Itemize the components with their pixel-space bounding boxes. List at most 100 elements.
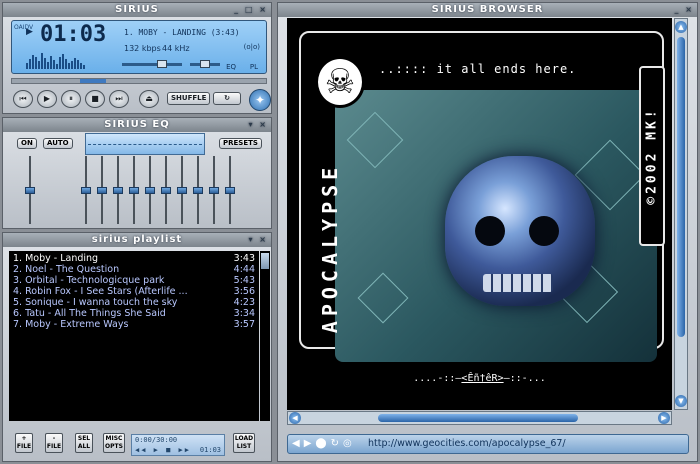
eq-band-slider[interactable] [161,156,171,224]
eq-band-slider[interactable] [145,156,155,224]
stereo-indicator: (o|o) [243,43,260,51]
mini-counter: 01:03 [199,446,221,454]
balance-knob[interactable] [200,60,210,68]
slider-knob[interactable] [129,187,139,194]
eq-auto-button[interactable]: AUTO [43,138,73,149]
playlist-list[interactable]: 1. Moby - Landing 3:43 2. Noel - The Ques… [9,251,259,421]
slider-knob[interactable] [225,187,235,194]
address-bar[interactable]: ◀▶⬤↻◎ http://www.geocities.com/apocalyps… [287,434,689,454]
eq-band-slider[interactable] [81,156,91,224]
elapsed-time[interactable]: 01:03 [40,22,106,47]
sirius-logo-icon[interactable]: ✦ [249,89,271,111]
playlist-item[interactable]: 4. Robin Fox - I See Stars (Afterlife ..… [13,286,255,297]
preamp-slider[interactable] [25,156,35,224]
browser-vertical-scrollbar[interactable]: ▲ ▼ [674,18,688,410]
play-button[interactable]: ▶ [37,90,57,108]
repeat-button[interactable]: ↻ [213,92,241,105]
slider-knob[interactable] [193,187,203,194]
shuffle-button[interactable]: SHUFFLE [167,92,211,105]
art-tile [346,111,404,169]
enter-link[interactable]: <Êñ†êR> [461,373,503,384]
eq-titlebar[interactable]: SIRIUS EQ ▾ × [3,118,271,132]
eq-band-slider[interactable] [97,156,107,224]
spectrum-bar [59,57,61,69]
eq-band-slider[interactable] [209,156,219,224]
eq-presets-button[interactable]: PRESETS [219,138,262,149]
player-titlebar[interactable]: SIRIUS _ □ × [3,3,271,17]
slider-knob[interactable] [113,187,123,194]
eq-band-slider[interactable] [113,156,123,224]
misc-options-button[interactable]: MISC OPTS [103,433,125,453]
eq-band-slider[interactable] [177,156,187,224]
playlist-toggle[interactable]: PL [250,63,258,71]
slider-knob[interactable] [145,187,155,194]
next-button[interactable]: ⏭ [109,90,129,108]
playlist-window-controls[interactable]: ▾ × [248,233,268,247]
volume-slider[interactable] [122,60,182,68]
add-file-button[interactable]: + FILE [15,433,33,453]
pause-button[interactable]: ⏸ [61,90,81,108]
volume-knob[interactable] [157,60,167,68]
mini-controls[interactable]: ◀◀ ▶ ■ ▶▶ [135,446,191,454]
playlist-scrollbar[interactable] [260,251,270,421]
scroll-up-icon[interactable]: ▲ [675,21,687,33]
browser-window-controls[interactable]: _ × [675,3,695,17]
slider-knob[interactable] [161,187,171,194]
select-all-button[interactable]: SEL ALL [75,433,93,453]
url-field[interactable]: http://www.geocities.com/apocalypse_67/ [368,438,566,449]
remove-file-button[interactable]: - FILE [45,433,63,453]
player-title: SIRIUS [115,4,159,15]
scroll-down-icon[interactable]: ▼ [675,395,687,407]
playlist-window: sirius playlist ▾ × 1. Moby - Landing 3:4… [2,232,272,462]
eq-curve-display [85,133,205,155]
slider-knob[interactable] [177,187,187,194]
browser-titlebar[interactable]: SIRIUS BROWSER _ × [278,3,697,17]
playlist-item[interactable]: 1. Moby - Landing 3:43 [13,253,255,264]
playlist-item[interactable]: 6. Tatu - All The Things She Said 3:34 [13,308,255,319]
playlist-scroll-thumb[interactable] [261,253,269,269]
spectrum-bar [44,58,46,69]
playlist-item[interactable]: 2. Noel - The Question 4:44 [13,264,255,275]
spectrum-analyzer[interactable] [26,51,86,69]
slider-knob[interactable] [209,187,219,194]
stop-button[interactable]: ■ [85,90,105,108]
slider-knob[interactable] [81,187,91,194]
horizontal-scroll-thumb[interactable] [378,414,578,422]
nav-buttons[interactable]: ◀▶⬤↻◎ [292,438,356,449]
scroll-right-icon[interactable]: ▶ [658,412,670,424]
vertical-scroll-thumb[interactable] [677,37,685,337]
mini-time: 0:00/30:00 [135,436,178,444]
seek-bar[interactable] [11,78,267,84]
spectrum-bar [80,63,82,69]
spectrum-bar [29,59,31,69]
web-page-viewport[interactable]: ☠ ..:::: it all ends here. APOCALYPSE ©2… [287,18,672,410]
eq-toggle[interactable]: EQ [226,63,236,71]
eq-band-slider[interactable] [225,156,235,224]
eq-window-controls[interactable]: ▾ × [248,118,268,132]
eq-band-slider[interactable] [129,156,139,224]
playlist-item[interactable]: 3. Orbital - Technologicque park 5:43 [13,275,255,286]
seek-thumb[interactable] [80,79,106,83]
browser-horizontal-scrollbar[interactable]: ◀ ▶ [287,411,672,425]
playlist-item[interactable]: 7. Moby - Extreme Ways 3:57 [13,319,255,330]
spectrum-bar [71,61,73,69]
scroll-left-icon[interactable]: ◀ [289,412,301,424]
playlist-title: sirius playlist [91,234,183,245]
eject-button[interactable]: ⏏ [139,90,159,108]
slider-knob[interactable] [25,187,35,194]
slider-knob[interactable] [97,187,107,194]
player-display: OAIDV ▶ 01:03 1. MOBY - LANDING (3:43) 1… [11,20,267,74]
spectrum-bar [32,55,34,69]
playlist-titlebar[interactable]: sirius playlist ▾ × [3,233,271,247]
eq-on-button[interactable]: ON [17,138,37,149]
balance-slider[interactable] [190,60,220,68]
vertical-label: OAIDV [14,24,34,31]
equalizer-window: SIRIUS EQ ▾ × ON AUTO PRESETS [2,117,272,229]
window-controls[interactable]: _ □ × [234,3,268,17]
eq-band-slider[interactable] [193,156,203,224]
previous-button[interactable]: ⏮ [13,90,33,108]
enter-line: ....-::—<Êñ†êR>—::-... [413,373,546,384]
spectrum-bar [47,62,49,69]
load-list-button[interactable]: LOAD LIST [233,433,255,453]
playlist-item[interactable]: 5. Sonique - I wanna touch the sky 4:23 [13,297,255,308]
